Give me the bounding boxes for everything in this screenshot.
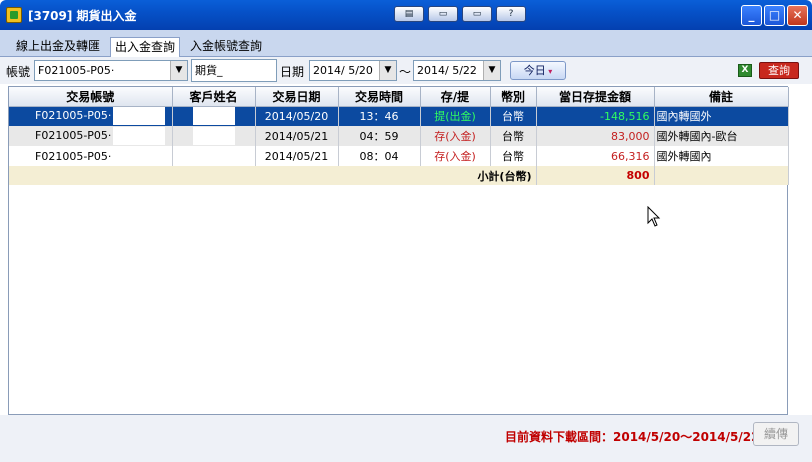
table-row[interactable]: F021005-P05· 2014/05/21 08：04 存(入金) 台幣 6… — [9, 146, 789, 166]
subtotal-label: 小計(台幣) — [9, 166, 537, 185]
row-currency: 台幣 — [490, 146, 537, 166]
window-controls: _ □ ✕ — [741, 5, 808, 26]
title-bar[interactable]: [3709] 期貨出入金 ▤ ▭ ▭ ? _ □ ✕ — [0, 0, 812, 30]
row-note: 國外轉國內 — [654, 146, 789, 166]
row-type: 提(出金) — [420, 106, 491, 126]
row-time: 08：04 — [338, 146, 421, 166]
transaction-grid: 交易帳號 客戶姓名 交易日期 交易時間 存/提 幣別 當日存提金額 備註 F02… — [8, 86, 789, 415]
download-range-text: 目前資料下載區間：2014/5/20～2014/5/22 — [505, 430, 760, 444]
col-header-note[interactable]: 備註 — [654, 87, 789, 107]
minimize-button[interactable]: _ — [741, 5, 762, 26]
subtotal-row: 小計(台幣) 800 — [9, 166, 789, 185]
tab-deposit-withdraw-query[interactable]: 出入金查詢 — [110, 37, 181, 57]
date-from-picker[interactable]: 2014/ 5/20 ▼ — [309, 60, 397, 81]
row-note: 國外轉國內-歐台 — [654, 126, 789, 146]
col-header-date[interactable]: 交易日期 — [255, 87, 339, 107]
chevron-down-icon[interactable]: ▼ — [379, 61, 396, 80]
excel-icon[interactable]: X — [738, 64, 752, 77]
masked-area — [113, 127, 166, 145]
query-button[interactable]: 查詢 — [759, 62, 799, 79]
col-header-type[interactable]: 存/提 — [420, 87, 491, 107]
window-icon[interactable]: ▭ — [462, 6, 492, 22]
row-currency: 台幣 — [490, 126, 537, 146]
col-header-account[interactable]: 交易帳號 — [9, 87, 173, 107]
transaction-table: 交易帳號 客戶姓名 交易日期 交易時間 存/提 幣別 當日存提金額 備註 F02… — [9, 87, 789, 185]
app-icon — [6, 7, 22, 23]
resend-button[interactable]: 續傳 — [753, 422, 799, 446]
row-account: F021005-P05· — [35, 109, 112, 123]
today-button[interactable]: 今日 ▾ — [510, 61, 566, 80]
account-value: F021005-P05· — [38, 64, 115, 77]
chevron-down-icon[interactable]: ▼ — [170, 61, 187, 80]
tab-bar: 線上出金及轉匯 出入金查詢 入金帳號查詢 — [0, 30, 812, 57]
col-header-name[interactable]: 客戶姓名 — [172, 87, 256, 107]
date-to-picker[interactable]: 2014/ 5/22 ▼ — [413, 60, 501, 81]
row-date: 2014/05/20 — [255, 106, 339, 126]
account-select[interactable]: F021005-P05· ▼ — [34, 60, 188, 81]
date-to-value: 2014/ 5/22 — [417, 64, 477, 77]
table-row[interactable]: F021005-P05· 2014/05/21 04：59 存(入金) 台幣 8… — [9, 126, 789, 146]
row-time: 13：46 — [338, 106, 421, 126]
row-type: 存(入金) — [420, 146, 491, 166]
help-icon[interactable]: ? — [496, 6, 526, 22]
chevron-down-icon[interactable]: ▼ — [483, 61, 500, 80]
window-title: [3709] 期貨出入金 — [28, 9, 137, 23]
caret-down-icon: ▾ — [545, 67, 553, 76]
table-header: 交易帳號 客戶姓名 交易日期 交易時間 存/提 幣別 當日存提金額 備註 — [9, 87, 789, 107]
row-amount: 83,000 — [536, 126, 655, 146]
row-date: 2014/05/21 — [255, 126, 339, 146]
monitor-icon[interactable]: ▭ — [428, 6, 458, 22]
account-label: 帳號 — [6, 65, 31, 79]
col-header-time[interactable]: 交易時間 — [338, 87, 421, 107]
subtotal-value: 800 — [536, 166, 655, 185]
today-label: 今日 — [523, 64, 546, 77]
row-account: F021005-P05· — [35, 149, 112, 163]
subtotal-note-cell — [654, 166, 789, 185]
row-date: 2014/05/21 — [255, 146, 339, 166]
row-account: F021005-P05· — [35, 129, 112, 142]
row-type: 存(入金) — [420, 126, 491, 146]
row-name — [192, 127, 235, 145]
row-currency: 台幣 — [490, 106, 537, 126]
type-input[interactable]: 期貨_ — [191, 59, 277, 82]
table-row[interactable]: F021005-P05· 2014/05/20 13：46 提(出金) 台幣 -… — [9, 106, 789, 126]
date-label: 日期 — [280, 65, 305, 79]
tab-deposit-account-query[interactable]: 入金帳號查詢 — [186, 37, 266, 57]
date-from-value: 2014/ 5/20 — [313, 64, 373, 77]
row-time: 04：59 — [338, 126, 421, 146]
date-range-separator: ～ — [399, 65, 412, 79]
row-amount: 66,316 — [536, 146, 655, 166]
close-button[interactable]: ✕ — [787, 5, 808, 26]
row-note: 國內轉國外 — [654, 106, 789, 126]
mouse-cursor-icon — [647, 206, 661, 227]
title-toolbar: ▤ ▭ ▭ ? — [394, 6, 526, 22]
tab-online-withdraw[interactable]: 線上出金及轉匯 — [12, 37, 104, 57]
layout-icon[interactable]: ▤ — [394, 6, 424, 22]
maximize-button[interactable]: □ — [764, 5, 785, 26]
col-header-amount[interactable]: 當日存提金額 — [536, 87, 655, 107]
row-amount: -148,516 — [536, 106, 655, 126]
masked-area — [113, 107, 166, 126]
row-name — [192, 107, 235, 126]
status-bar: 目前資料下載區間：2014/5/20～2014/5/22 續傳 — [0, 415, 812, 462]
filter-bar: 帳號 F021005-P05· ▼ 期貨_ 日期 2014/ 5/20 ▼ ～ … — [0, 57, 812, 84]
col-header-currency[interactable]: 幣別 — [490, 87, 537, 107]
